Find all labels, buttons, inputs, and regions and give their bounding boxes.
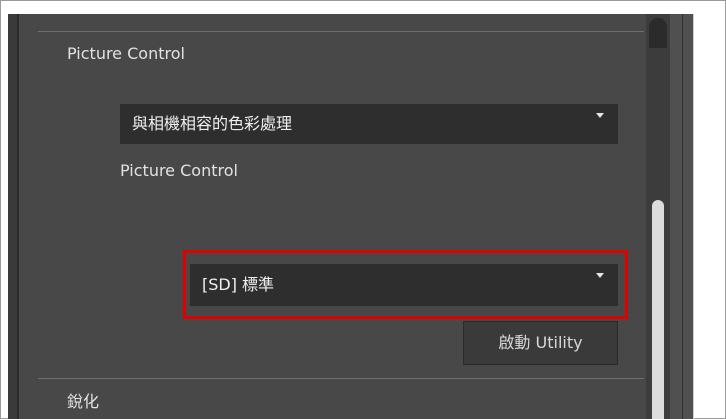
screenshot-frame: Picture Control 與相機相容的色彩處理 Picture Contr… — [0, 0, 726, 419]
scrollbar-cap — [649, 18, 667, 48]
picture-control-sub-label: Picture Control — [120, 161, 238, 180]
launch-utility-button[interactable]: 啟動 Utility — [463, 321, 618, 365]
right-edge-line — [682, 14, 683, 419]
right-edge-highlight — [693, 14, 694, 419]
section-divider-top — [38, 31, 644, 32]
highlight-box — [183, 250, 628, 319]
color-processing-dropdown-value: 與相機相容的色彩處理 — [132, 114, 293, 133]
color-processing-dropdown[interactable]: 與相機相容的色彩處理 — [120, 104, 618, 144]
scrollbar-thumb[interactable] — [652, 200, 664, 419]
sharpening-section-title: 銳化 — [67, 392, 100, 411]
section-divider-bottom — [38, 378, 644, 379]
caret-down-icon — [596, 113, 604, 118]
panel-inner-line — [17, 14, 19, 419]
picture-control-section-title: Picture Control — [67, 44, 185, 63]
